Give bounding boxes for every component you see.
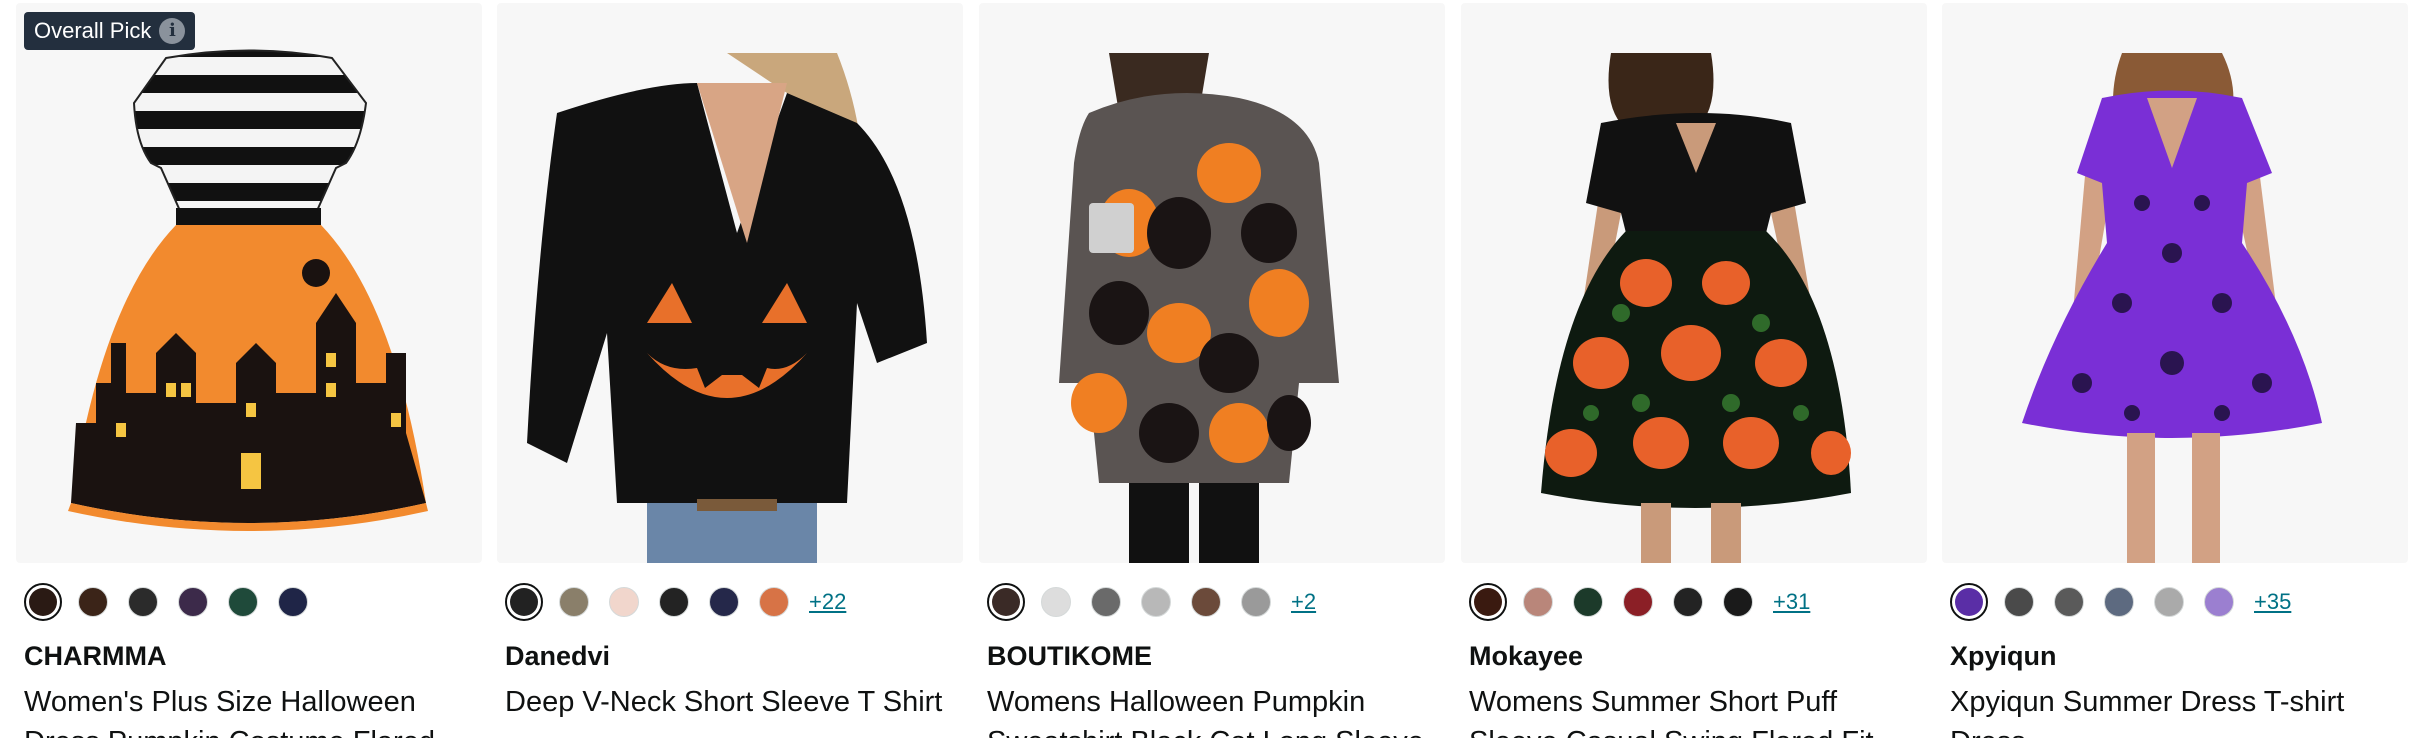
product-title-link[interactable]: Xpyiqun Summer Dress T-shirt Dress: [1950, 682, 2406, 738]
color-swatch[interactable]: [987, 583, 1025, 621]
product-card[interactable]: +22 Danedvi Deep V-Neck Short Sleeve T S…: [497, 0, 965, 738]
color-swatch[interactable]: [505, 583, 543, 621]
color-swatch[interactable]: [1469, 583, 1507, 621]
more-colors-link[interactable]: +2: [1291, 589, 1316, 615]
product-card[interactable]: +2 BOUTIKOME Womens Halloween Pumpkin Sw…: [979, 0, 1447, 738]
color-swatch[interactable]: [1191, 587, 1221, 617]
product-image[interactable]: [1461, 3, 1927, 563]
color-swatch[interactable]: [709, 587, 739, 617]
color-swatch[interactable]: [1091, 587, 1121, 617]
product-image[interactable]: [979, 3, 1445, 563]
color-swatch[interactable]: [659, 587, 689, 617]
color-swatch[interactable]: [178, 587, 208, 617]
brand-name: CHARMMA: [24, 641, 167, 671]
color-swatch[interactable]: [1673, 587, 1703, 617]
product-title-link[interactable]: Women's Plus Size Halloween Dress Pumpki…: [24, 682, 480, 738]
color-swatch[interactable]: [78, 587, 108, 617]
product-grid: Overall Pick i CHARMMA Women's Plus Size…: [0, 0, 2416, 738]
product-title-link[interactable]: Womens Summer Short Puff Sleeve Casual S…: [1469, 682, 1925, 738]
more-colors-link[interactable]: +35: [2254, 589, 2291, 615]
color-swatch[interactable]: [2104, 587, 2134, 617]
more-colors-link[interactable]: +22: [809, 589, 846, 615]
brand-name: Mokayee: [1469, 641, 1584, 671]
color-swatch[interactable]: [2054, 587, 2084, 617]
product-card[interactable]: Overall Pick i CHARMMA Women's Plus Size…: [16, 0, 484, 738]
product-image[interactable]: Overall Pick i: [16, 3, 482, 563]
color-swatches: +22: [505, 582, 846, 622]
brand-name: BOUTIKOME: [987, 641, 1152, 671]
halloween-dress-illustration: [68, 49, 428, 531]
color-swatch[interactable]: [128, 587, 158, 617]
brand-name: Xpyiqun: [1950, 641, 2057, 671]
color-swatches: [24, 582, 328, 622]
color-swatch[interactable]: [1141, 587, 1171, 617]
color-swatch[interactable]: [2004, 587, 2034, 617]
color-swatch[interactable]: [759, 587, 789, 617]
info-icon[interactable]: i: [159, 18, 186, 44]
pumpkin-sweatshirt-illustration: [1059, 53, 1339, 563]
color-swatch[interactable]: [1950, 583, 1988, 621]
color-swatches: +31: [1469, 582, 1810, 622]
color-swatch[interactable]: [278, 587, 308, 617]
overall-pick-badge: Overall Pick i: [24, 12, 196, 50]
product-image[interactable]: [497, 3, 963, 563]
product-image[interactable]: [1942, 3, 2408, 563]
color-swatch[interactable]: [1573, 587, 1603, 617]
product-card[interactable]: +31 Mokayee Womens Summer Short Puff Sle…: [1461, 0, 1929, 738]
badge-label: Overall Pick: [34, 18, 152, 43]
color-swatch[interactable]: [1241, 587, 1271, 617]
product-title-link[interactable]: Deep V-Neck Short Sleeve T Shirt: [505, 682, 961, 722]
color-swatch[interactable]: [1623, 587, 1653, 617]
product-title-link[interactable]: Womens Halloween Pumpkin Sweatshirt Blac…: [987, 682, 1443, 738]
brand-name: Danedvi: [505, 641, 611, 671]
color-swatch[interactable]: [1041, 587, 1071, 617]
color-swatch[interactable]: [2154, 587, 2184, 617]
product-card[interactable]: +35 Xpyiqun Xpyiqun Summer Dress T-shirt…: [1942, 0, 2410, 738]
color-swatch[interactable]: [559, 587, 589, 617]
more-colors-link[interactable]: +31: [1773, 589, 1810, 615]
color-swatch[interactable]: [609, 587, 639, 617]
color-swatch[interactable]: [1523, 587, 1553, 617]
color-swatches: +35: [1950, 582, 2291, 622]
pumpkin-tshirt-illustration: [497, 53, 963, 563]
purple-dress-illustration: [2022, 53, 2322, 563]
color-swatch[interactable]: [228, 587, 258, 617]
color-swatch[interactable]: [1723, 587, 1753, 617]
pumpkin-swing-dress-illustration: [1541, 53, 1851, 563]
color-swatches: +2: [987, 582, 1316, 622]
color-swatch[interactable]: [2204, 587, 2234, 617]
color-swatch[interactable]: [24, 583, 62, 621]
